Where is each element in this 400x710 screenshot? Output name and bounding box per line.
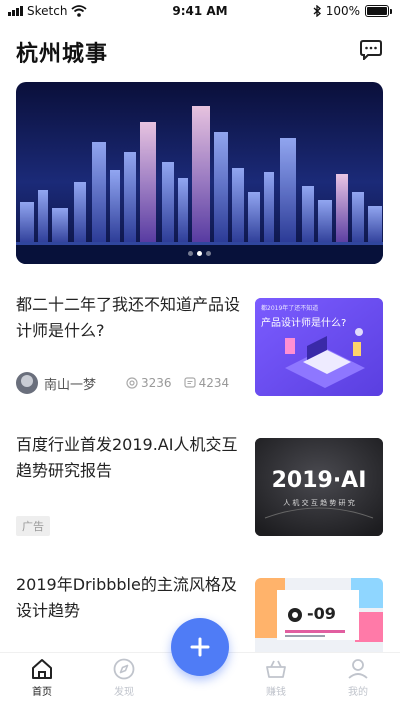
ad-badge: 广告 <box>16 516 50 536</box>
comments-count: 4234 <box>198 376 230 390</box>
comment-icon <box>183 377 196 388</box>
author-name[interactable]: 南山一梦 <box>44 374 96 393</box>
article-card[interactable]: 都二十二年了我还不知道产品设计师是什么? 南山一梦 3236 4234 都201… <box>16 292 383 396</box>
avatar[interactable] <box>16 372 38 394</box>
basket-icon <box>266 660 286 678</box>
thumb-headline: -09 <box>307 604 336 623</box>
carousel-dot-active[interactable] <box>197 251 202 256</box>
tab-label: 首页 <box>32 687 52 698</box>
status-right: 100% <box>313 4 392 18</box>
ad-card[interactable]: 百度行业首发2019.AI人机交互趋势研究报告 广告 2019·AI 人 机 交… <box>16 432 383 536</box>
article-thumbnail[interactable]: 都2019年了还不知道 产品设计师是什么? <box>255 298 383 396</box>
article-title[interactable]: 2019年Dribbble的主流风格及设计趋势 <box>16 572 241 624</box>
eye-icon <box>126 377 138 389</box>
views-stat: 3236 <box>126 376 172 390</box>
carousel-dot[interactable] <box>188 251 193 256</box>
article-title[interactable]: 百度行业首发2019.AI人机交互趋势研究报告 <box>16 432 241 484</box>
isometric-illustration <box>255 298 383 396</box>
article-thumbnail[interactable]: 2019·AI 人 机 交 互 趋 势 研 究 <box>255 438 383 536</box>
create-post-button[interactable] <box>171 618 229 676</box>
banner-carousel[interactable] <box>16 82 383 264</box>
compass-icon <box>113 658 135 680</box>
comments-stat: 4234 <box>183 376 230 390</box>
tab-profile[interactable]: 我的 <box>328 657 388 698</box>
thumb-headline: 2019·AI <box>271 468 367 493</box>
article-title[interactable]: 都二十二年了我还不知道产品设计师是什么? <box>16 292 241 344</box>
bluetooth-icon <box>313 5 321 17</box>
chat-bubble-icon[interactable] <box>360 40 382 60</box>
carousel-dot[interactable] <box>206 251 211 256</box>
battery-icon <box>365 5 389 17</box>
tab-home[interactable]: 首页 <box>12 657 72 698</box>
tab-label: 发现 <box>114 687 134 698</box>
battery-label: 100% <box>325 4 360 18</box>
carousel-dots <box>16 251 383 256</box>
page-title: 杭州城事 <box>16 42 109 67</box>
user-icon <box>348 659 368 679</box>
city-skyline-image <box>16 82 383 264</box>
views-count: 3236 <box>141 376 172 390</box>
tab-label: 我的 <box>348 687 368 698</box>
battery-tip <box>390 8 392 14</box>
thumb-subline: 人 机 交 互 趋 势 研 究 <box>283 499 355 507</box>
thumb-headline: 产品设计师是什么? <box>261 318 347 329</box>
plus-icon <box>190 637 210 657</box>
tab-label: 赚钱 <box>266 687 286 698</box>
thumb-top-text: 都2019年了还不知道 <box>261 305 319 312</box>
tab-discover[interactable]: 发现 <box>94 657 154 698</box>
home-icon <box>32 659 52 679</box>
tab-earn[interactable]: 赚钱 <box>246 657 306 698</box>
article-meta: 南山一梦 3236 4234 <box>16 372 229 394</box>
status-bar: Sketch 9:41 AM 100% <box>0 0 400 24</box>
